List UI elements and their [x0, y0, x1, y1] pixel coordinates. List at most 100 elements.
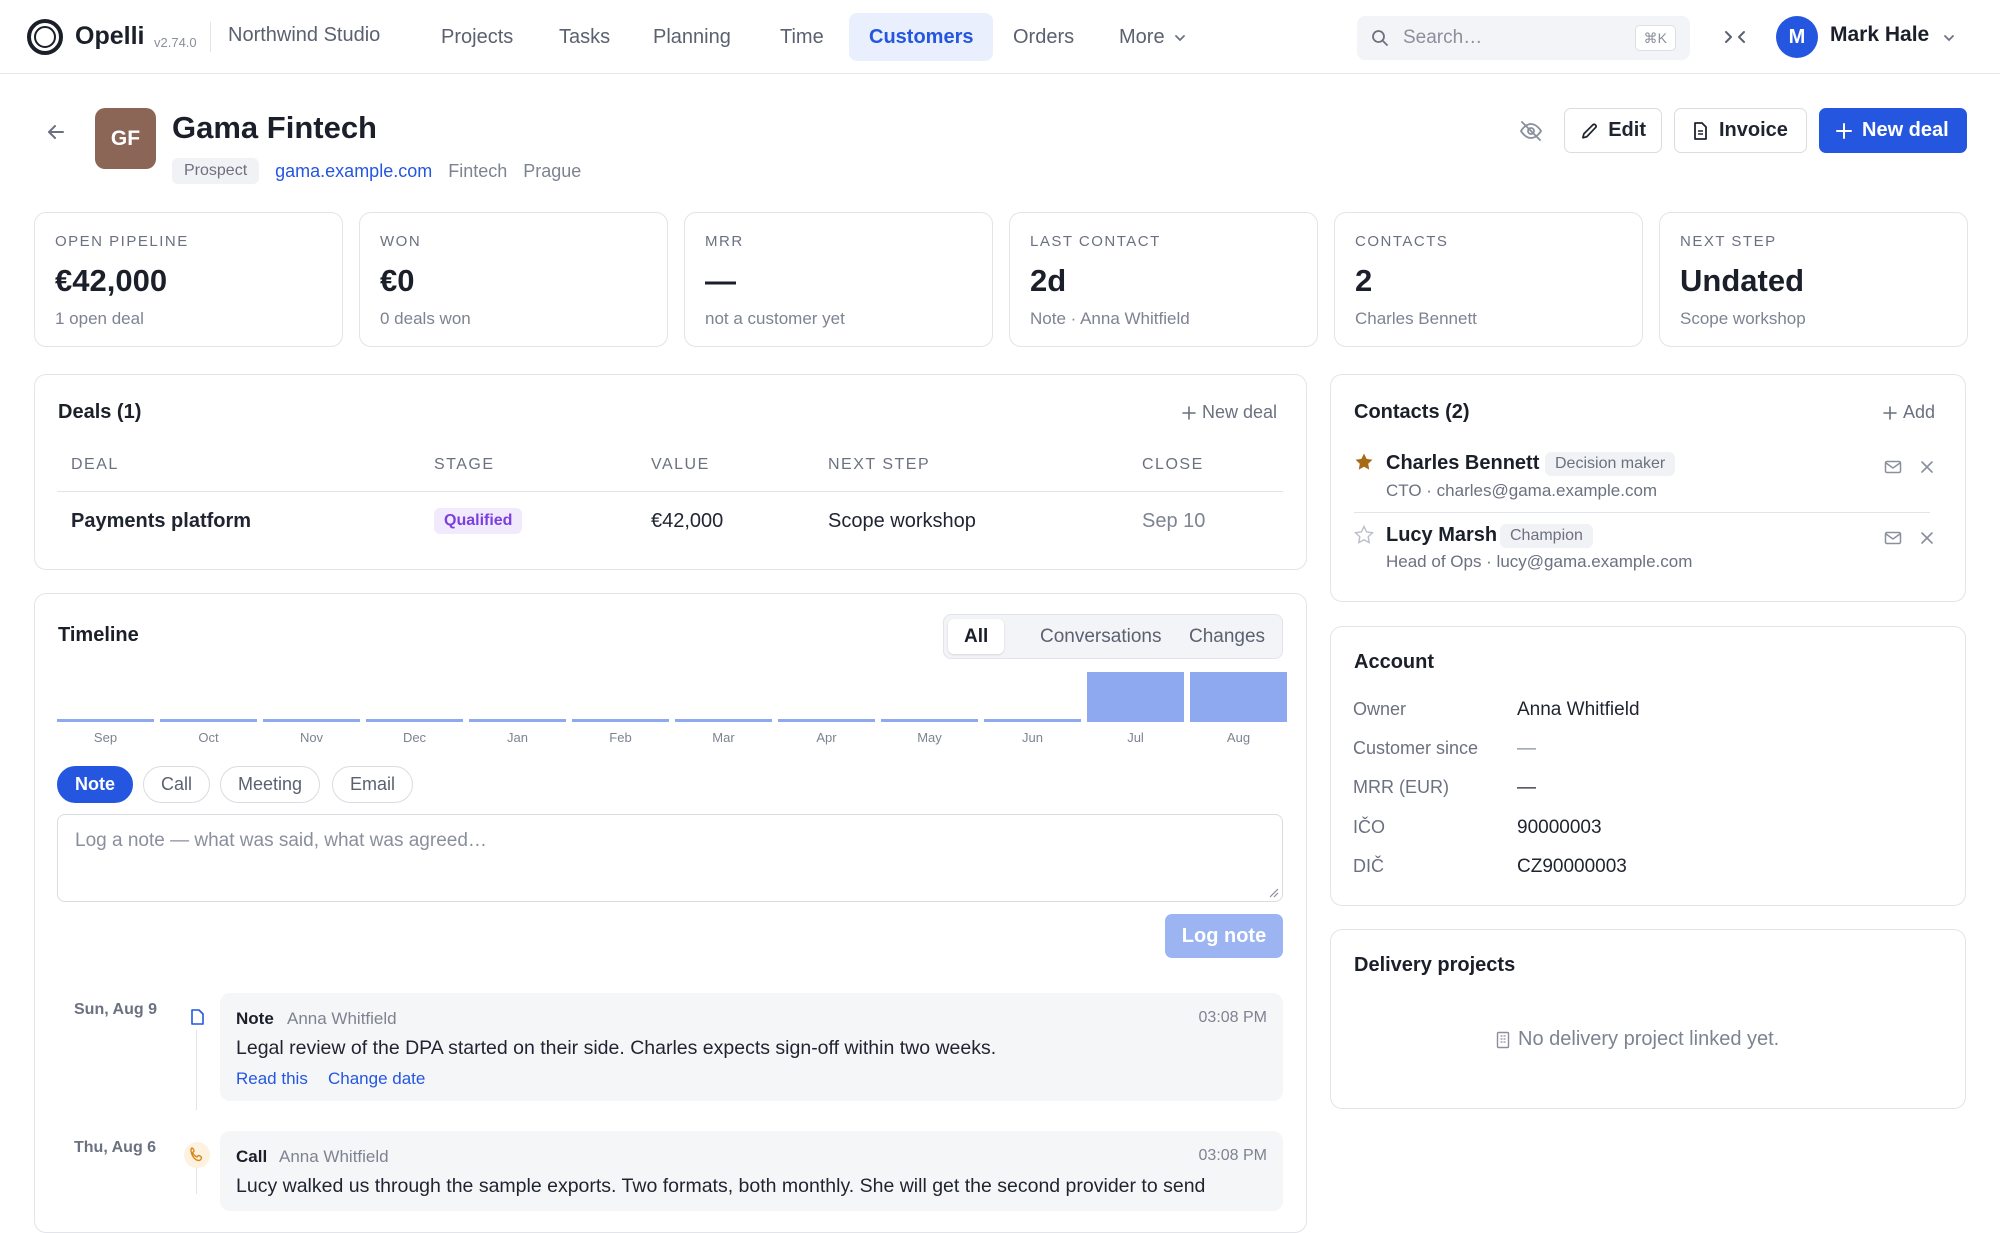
search-input[interactable]: Search… ⌘K	[1357, 16, 1690, 60]
delivery-empty-state: No delivery project linked yet.	[1496, 1028, 1779, 1051]
type-email[interactable]: Email	[332, 766, 414, 803]
user-name[interactable]: Mark Hale	[1830, 23, 1929, 47]
filter-conversations[interactable]: Conversations	[1024, 619, 1177, 654]
note-icon	[191, 1009, 204, 1025]
month-label: May	[917, 730, 942, 745]
delivery-empty-text: No delivery project linked yet.	[1518, 1028, 1780, 1050]
entry-body: Lucy walked us through the sample export…	[236, 1175, 1206, 1197]
deal-close-date: Sep 10	[1142, 510, 1206, 532]
resize-handle-icon[interactable]	[1267, 886, 1279, 898]
phone-icon	[184, 1142, 210, 1168]
kpi-value: Undated	[1680, 263, 1804, 298]
type-call[interactable]: Call	[143, 766, 211, 803]
activity-bar	[984, 719, 1081, 722]
stage-badge: Qualified	[434, 508, 523, 534]
deal-next-step: Scope workshop	[828, 510, 976, 532]
user-avatar[interactable]: M	[1776, 16, 1818, 58]
account-value: 90000003	[1517, 817, 1602, 838]
add-contact-button[interactable]: Add	[1883, 402, 1935, 423]
plus-icon	[1883, 405, 1897, 420]
chevron-down-icon[interactable]	[1942, 31, 1956, 45]
timeline-entry: Call Anna Whitfield 03:08 PM Lucy walked…	[220, 1131, 1283, 1211]
new-deal-button[interactable]: New deal	[1819, 108, 1967, 153]
kpi-value: 2d	[1030, 263, 1067, 298]
type-note[interactable]: Note	[57, 766, 133, 803]
kpi-sub: 1 open deal	[55, 309, 144, 328]
kpi-last-contact: LAST CONTACT 2d Note · Anna Whitfield	[1009, 212, 1318, 347]
filter-all[interactable]: All	[948, 619, 1005, 654]
invoice-button[interactable]: Invoice	[1674, 108, 1807, 153]
kpi-value: €0	[380, 263, 415, 298]
new-deal-link[interactable]: New deal	[1182, 402, 1277, 423]
kpi-sub: Charles Bennett	[1355, 309, 1477, 328]
star-outline-icon[interactable]	[1354, 525, 1374, 545]
nav-more[interactable]: More	[1099, 13, 1207, 61]
website-link[interactable]: gama.example.com	[275, 161, 432, 182]
workspace-name[interactable]: Northwind Studio	[228, 24, 380, 47]
entry-time: 03:08 PM	[1198, 1147, 1267, 1164]
collapse-icon[interactable]	[1722, 24, 1748, 50]
nav-more-label: More	[1119, 26, 1165, 48]
divider	[210, 22, 211, 52]
pencil-icon	[1582, 123, 1597, 139]
mail-icon[interactable]	[1884, 459, 1902, 475]
close-icon[interactable]	[1919, 530, 1935, 546]
month-label: Mar	[712, 730, 735, 745]
log-note-button[interactable]: Log note	[1165, 914, 1283, 958]
deal-value: €42,000	[651, 510, 724, 532]
read-this-link[interactable]: Read this	[236, 1069, 308, 1089]
activity-bar	[675, 719, 772, 722]
table-divider	[57, 491, 1283, 492]
customer-meta: Prospect gama.example.com Fintech Prague	[172, 158, 581, 184]
kpi-label: WON	[380, 233, 422, 250]
invoice-label: Invoice	[1719, 119, 1788, 141]
kpi-open-pipeline: OPEN PIPELINE €42,000 1 open deal	[34, 212, 343, 347]
contact-name[interactable]: Lucy Marsh	[1386, 524, 1497, 547]
kpi-label: LAST CONTACT	[1030, 233, 1161, 250]
account-value: CZ90000003	[1517, 856, 1627, 877]
shortcut-badge: ⌘K	[1634, 25, 1676, 51]
change-date-link[interactable]: Change date	[328, 1069, 425, 1089]
entry-type: Call	[236, 1147, 268, 1166]
star-filled-icon[interactable]	[1354, 452, 1374, 472]
column-header-close[interactable]: CLOSE	[1142, 456, 1204, 474]
activity-bar	[469, 719, 566, 722]
filter-changes[interactable]: Changes	[1173, 619, 1281, 654]
nav-projects[interactable]: Projects	[421, 13, 533, 61]
entry-type: Note	[236, 1009, 274, 1028]
entry-author: Anna Whitfield	[287, 1009, 397, 1028]
activity-bar	[572, 719, 669, 722]
deals-title: Deals (1)	[58, 401, 142, 423]
customer-avatar: GF	[95, 108, 156, 169]
mail-icon[interactable]	[1884, 530, 1902, 546]
nav-time[interactable]: Time	[760, 13, 844, 61]
kpi-label: OPEN PIPELINE	[55, 233, 189, 250]
edit-button[interactable]: Edit	[1564, 108, 1662, 153]
new-deal-label: New deal	[1862, 119, 1949, 141]
type-meeting[interactable]: Meeting	[220, 766, 321, 803]
building-icon	[1496, 1031, 1510, 1048]
eye-off-icon[interactable]	[1518, 118, 1544, 144]
nav-customers[interactable]: Customers	[849, 13, 994, 61]
close-icon[interactable]	[1919, 459, 1935, 475]
nav-planning[interactable]: Planning	[633, 13, 751, 61]
nav-tasks[interactable]: Tasks	[539, 13, 630, 61]
plus-icon	[1836, 122, 1852, 139]
contacts-title: Contacts (2)	[1354, 401, 1470, 423]
column-header-deal[interactable]: DEAL	[71, 456, 119, 474]
note-textarea[interactable]: Log a note — what was said, what was agr…	[57, 814, 1283, 902]
delivery-title: Delivery projects	[1354, 954, 1516, 976]
activity-bar	[881, 719, 978, 722]
column-header-next-step[interactable]: NEXT STEP	[828, 456, 930, 474]
column-header-stage[interactable]: STAGE	[434, 456, 495, 474]
account-key: IČO	[1353, 817, 1386, 837]
column-header-value[interactable]: VALUE	[651, 456, 710, 474]
search-placeholder: Search…	[1403, 27, 1483, 48]
back-arrow-icon[interactable]	[44, 120, 68, 144]
kpi-won: WON €0 0 deals won	[359, 212, 668, 347]
document-icon	[1694, 121, 1707, 140]
deal-name[interactable]: Payments platform	[71, 510, 251, 533]
contact-name[interactable]: Charles Bennett	[1386, 452, 1539, 475]
nav-orders[interactable]: Orders	[993, 13, 1094, 61]
app-name[interactable]: Opelli	[75, 22, 144, 51]
